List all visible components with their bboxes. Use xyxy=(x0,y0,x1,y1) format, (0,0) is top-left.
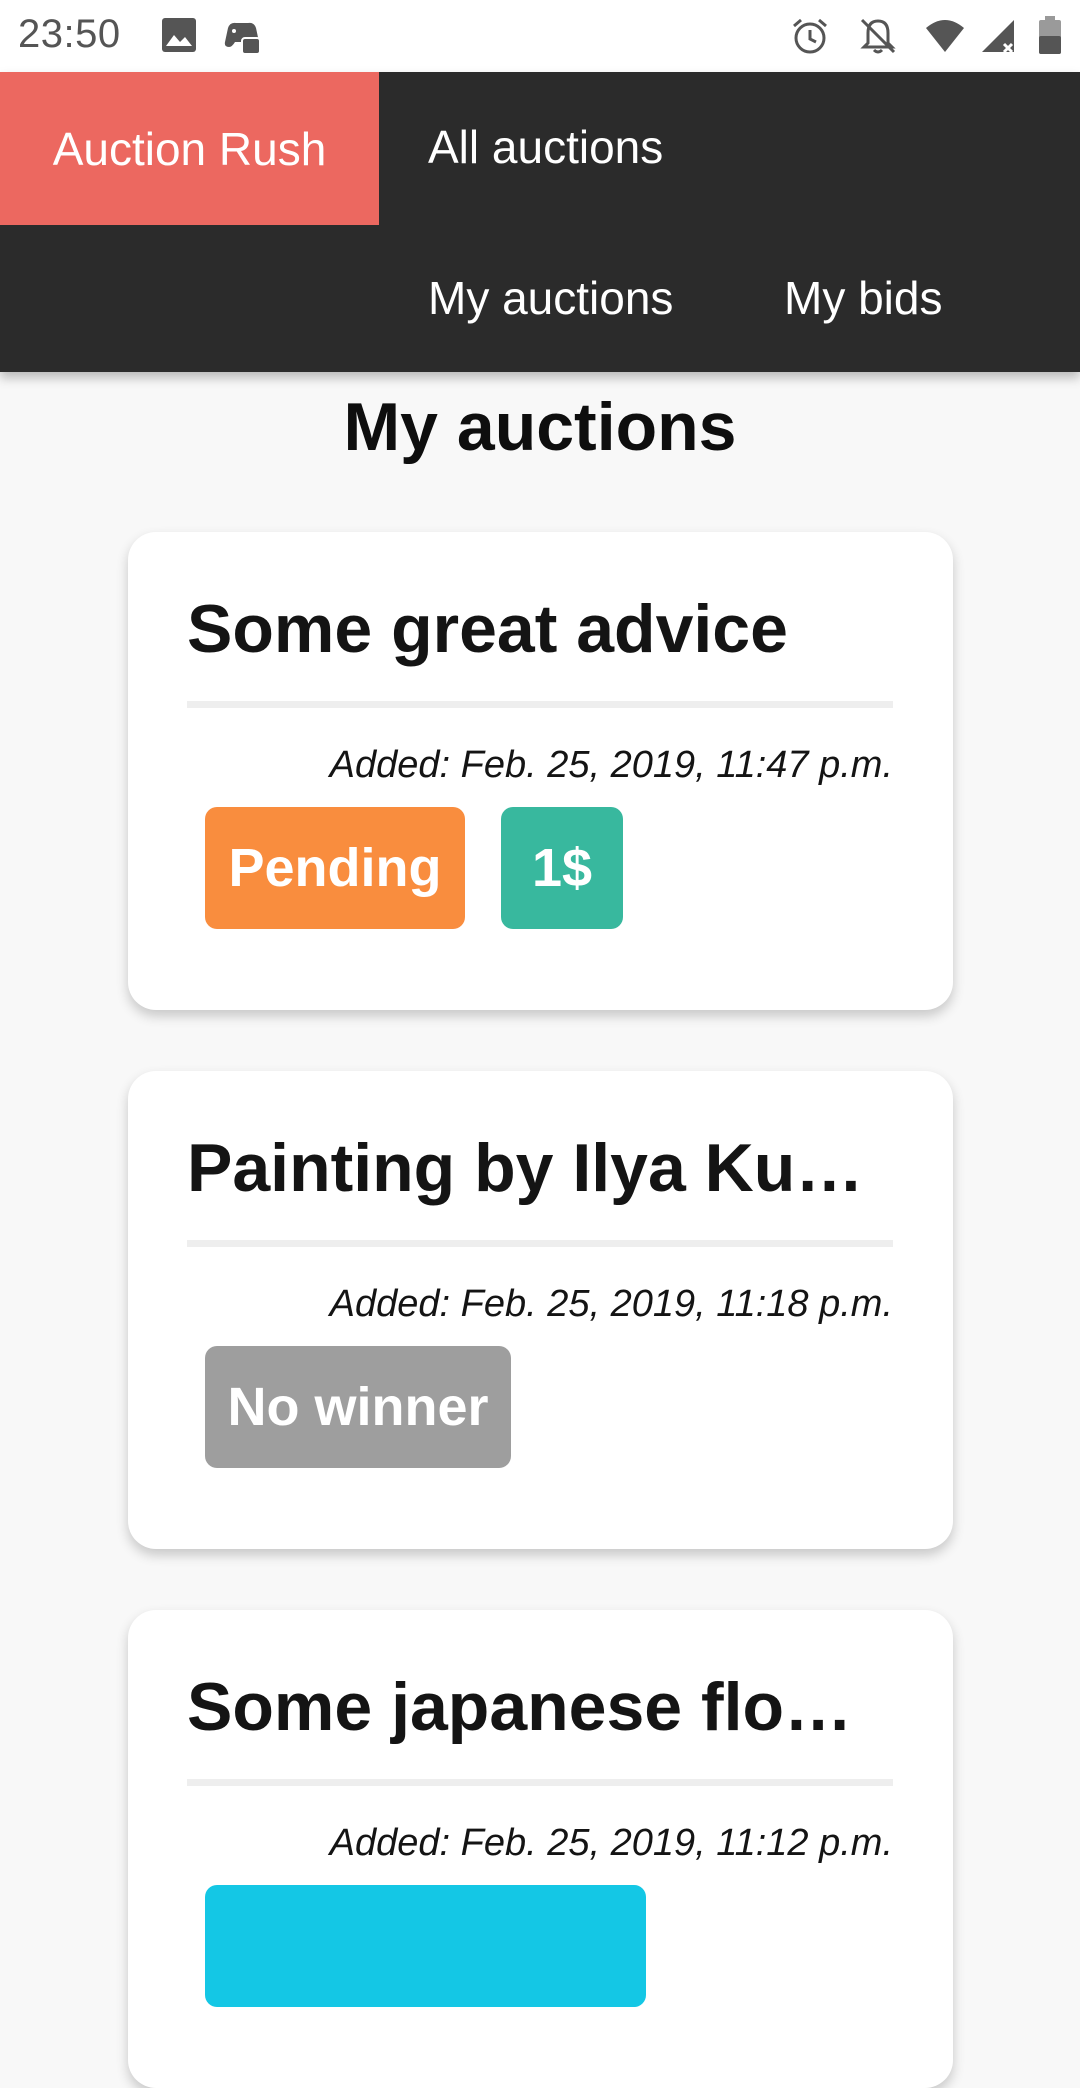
image-icon xyxy=(162,18,196,52)
auction-added-date: Added: Feb. 25, 2019, 11:47 p.m. xyxy=(329,744,893,786)
status-badge xyxy=(205,1885,646,2007)
auction-card[interactable]: Painting by Ilya Kuvshinov Added: Feb. 2… xyxy=(128,1071,953,1549)
nav-all-auctions[interactable]: All auctions xyxy=(428,120,663,174)
nav-my-auctions[interactable]: My auctions xyxy=(428,271,673,325)
page-title: My auctions xyxy=(343,389,737,465)
auction-card[interactable]: Some japanese flowers Added: Feb. 25, 20… xyxy=(128,1610,953,2088)
status-bar: 23:50 xyxy=(0,0,1080,72)
brand-link[interactable]: Auction Rush xyxy=(0,72,379,225)
notifications-off-icon xyxy=(860,18,896,54)
game-controller-icon xyxy=(224,22,261,55)
card-divider xyxy=(187,1779,893,1786)
auction-title[interactable]: Painting by Ilya Kuvshinov xyxy=(187,1129,893,1207)
status-time: 23:50 xyxy=(18,12,121,56)
price-badge: 1$ xyxy=(501,807,623,929)
top-navbar: Auction Rush All auctions My auctions My… xyxy=(0,72,1080,372)
cell-signal-icon xyxy=(982,20,1014,54)
status-badge-pending: Pending xyxy=(205,807,465,929)
nav-my-bids[interactable]: My bids xyxy=(784,271,942,325)
wifi-icon xyxy=(926,20,964,52)
auction-title[interactable]: Some great advice xyxy=(187,590,893,668)
card-divider xyxy=(187,1240,893,1247)
alarm-clock-icon xyxy=(793,18,827,54)
auction-card[interactable]: Some great advice Added: Feb. 25, 2019, … xyxy=(128,532,953,1010)
status-badge-no-winner: No winner xyxy=(205,1346,511,1468)
auction-title[interactable]: Some japanese flowers xyxy=(187,1668,893,1746)
card-divider xyxy=(187,701,893,708)
auction-added-date: Added: Feb. 25, 2019, 11:12 p.m. xyxy=(329,1822,893,1864)
auction-added-date: Added: Feb. 25, 2019, 11:18 p.m. xyxy=(329,1283,893,1325)
battery-icon xyxy=(1039,16,1061,54)
